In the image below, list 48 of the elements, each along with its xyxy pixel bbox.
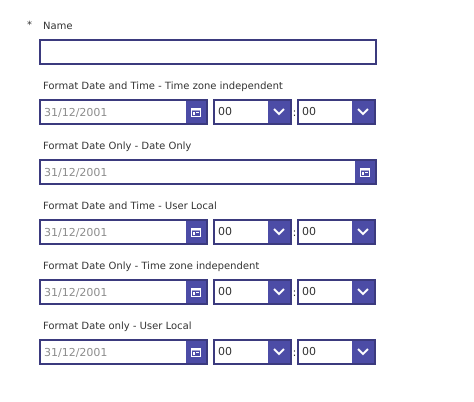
calendar-button[interactable] [355,161,375,183]
field-label: Format Date only - User Local [42,320,193,334]
calendar-icon [360,168,370,176]
hour-dropdown[interactable]: 00 [213,219,292,245]
minute-dropdown[interactable]: 00 [297,279,376,305]
date-field[interactable]: 31/12/2001 [39,339,208,365]
date-field[interactable]: 31/12/2001 [39,99,208,125]
calendar-icon [191,348,201,356]
time-separator: : [292,226,297,238]
calendar-icon [191,108,201,116]
date-input[interactable]: 31/12/2001 [41,221,186,243]
calendar-icon [191,288,201,296]
chevron-down-icon [273,108,285,116]
time-separator: : [292,286,297,298]
field-label: Format Date and Time - User Local [42,200,218,214]
chevron-down-icon [357,108,369,116]
date-input[interactable]: 31/12/2001 [41,101,186,123]
name-input[interactable] [39,39,377,65]
calendar-button[interactable] [186,341,206,363]
time-separator: : [292,346,297,358]
date-field[interactable]: 31/12/2001 [39,219,208,245]
chevron-down-icon [273,348,285,356]
field-label: Format Date Only - Time zone independent [42,260,260,274]
chevron-down-icon [357,228,369,236]
date-field[interactable]: 31/12/2001 [39,159,377,185]
chevron-down-icon [273,288,285,296]
date-field[interactable]: 31/12/2001 [39,279,208,305]
hour-dropdown[interactable]: 00 [213,339,292,365]
chevron-down-icon [357,288,369,296]
chevron-down-icon [273,228,285,236]
hour-dropdown[interactable]: 00 [213,99,292,125]
hour-dropdown[interactable]: 00 [213,279,292,305]
required-mark: * [27,20,32,31]
field-label: Format Date and Time - Time zone independent [42,80,284,94]
time-separator: : [292,106,297,118]
minute-dropdown[interactable]: 00 [297,99,376,125]
minute-dropdown[interactable]: 00 [297,339,376,365]
date-input[interactable]: 31/12/2001 [41,341,186,363]
chevron-down-icon [357,348,369,356]
calendar-icon [191,228,201,236]
minute-dropdown[interactable]: 00 [297,219,376,245]
calendar-button[interactable] [186,281,206,303]
field-label: Name [42,20,74,34]
calendar-button[interactable] [186,221,206,243]
field-label: Format Date Only - Date Only [42,140,192,154]
date-input[interactable]: 31/12/2001 [41,281,186,303]
calendar-button[interactable] [186,101,206,123]
date-input[interactable]: 31/12/2001 [41,161,355,183]
